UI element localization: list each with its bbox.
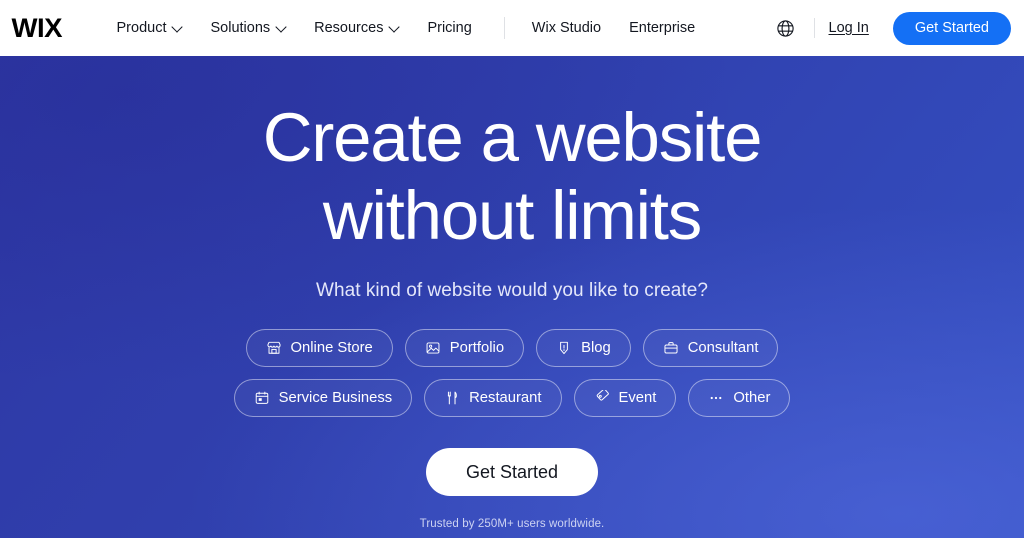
- headline-line-2: without limits: [322, 177, 702, 254]
- globe-icon: [776, 19, 794, 37]
- chip-label: Blog: [581, 340, 611, 356]
- get-started-button-hero[interactable]: Get Started: [425, 448, 599, 496]
- hero-subheading: What kind of website would you like to c…: [315, 280, 708, 301]
- header-actions: Log In Get Started: [768, 11, 1011, 45]
- trusted-by-text: Trusted by 250M+ users worldwide.: [419, 518, 605, 530]
- calendar-icon: [255, 391, 268, 404]
- nav-item-label: Product: [116, 20, 167, 36]
- headline-line-1: Create a website: [262, 99, 763, 176]
- chip-label: Online Store: [290, 340, 373, 356]
- chip-label: Service Business: [278, 390, 393, 406]
- hero-section: Create a website without limits What kin…: [0, 56, 1024, 538]
- image-icon: [426, 342, 440, 354]
- chip-service-business[interactable]: Service Business: [233, 379, 413, 417]
- briefcase-icon: [664, 342, 678, 354]
- site-header: WIX Product Solutions Resources Pricing …: [0, 0, 1024, 56]
- nav-divider: [503, 17, 505, 39]
- chip-label: Consultant: [687, 340, 759, 356]
- nav-item-enterprise[interactable]: Enterprise: [615, 14, 709, 42]
- chip-online-store[interactable]: Online Store: [245, 329, 393, 367]
- website-type-chip-group: Online Store Portfolio Blog Consultant S…: [233, 329, 791, 417]
- chip-label: Other: [733, 390, 771, 406]
- nav-item-pricing[interactable]: Pricing: [413, 14, 485, 42]
- pen-icon: [560, 341, 568, 355]
- nav-item-label: Wix Studio: [531, 20, 602, 36]
- chip-restaurant[interactable]: Restaurant: [424, 379, 562, 417]
- chip-label: Restaurant: [469, 390, 542, 406]
- nav-item-product[interactable]: Product: [103, 14, 197, 42]
- ticket-icon: [596, 390, 609, 401]
- storefront-icon: [266, 341, 281, 354]
- main-navigation: Product Solutions Resources Pricing Wix …: [103, 14, 710, 42]
- chevron-down-icon: [277, 23, 286, 32]
- chip-row-2: Service Business Restaurant Event Other: [233, 379, 791, 417]
- chip-event[interactable]: Event: [573, 379, 677, 417]
- nav-item-wix-studio[interactable]: Wix Studio: [518, 14, 615, 42]
- chevron-down-icon: [173, 23, 182, 32]
- get-started-button-header[interactable]: Get Started: [892, 11, 1011, 45]
- chip-row-1: Online Store Portfolio Blog Consultant: [245, 329, 779, 367]
- fork-knife-icon: [447, 391, 457, 405]
- page-title: Create a website without limits: [262, 99, 763, 255]
- header-divider: [813, 18, 815, 38]
- language-selector[interactable]: [768, 15, 803, 42]
- wix-logo[interactable]: WIX: [12, 14, 63, 42]
- nav-item-label: Pricing: [427, 20, 472, 36]
- nav-item-resources[interactable]: Resources: [300, 14, 413, 42]
- chip-consultant[interactable]: Consultant: [642, 329, 779, 367]
- chip-portfolio[interactable]: Portfolio: [404, 329, 525, 367]
- chip-other[interactable]: Other: [688, 379, 791, 417]
- ellipsis-icon: [710, 396, 722, 400]
- login-link[interactable]: Log In: [827, 16, 871, 40]
- nav-item-label: Solutions: [210, 20, 271, 36]
- nav-item-solutions[interactable]: Solutions: [196, 14, 300, 42]
- chip-blog[interactable]: Blog: [536, 329, 631, 367]
- nav-item-label: Resources: [314, 20, 384, 36]
- chip-label: Portfolio: [449, 340, 505, 356]
- chip-label: Event: [618, 390, 657, 406]
- nav-item-label: Enterprise: [629, 20, 696, 36]
- chevron-down-icon: [390, 23, 399, 32]
